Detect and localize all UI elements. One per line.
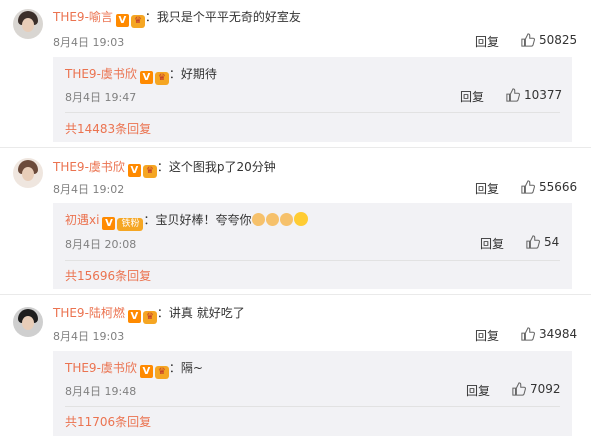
reply-button[interactable]: 回复 [475, 327, 499, 344]
crown-badge-icon: ♛ [154, 366, 169, 379]
reply-button[interactable]: 回复 [480, 235, 504, 252]
verified-v-icon: V [127, 310, 141, 323]
like-count: 50825 [539, 33, 578, 47]
reply-box: THE9-虞书欣 V ♛ ：好期待 8月4日 19:47 回复 10377 共1448… [53, 57, 572, 142]
like-button[interactable]: 34984 [521, 327, 577, 341]
crown-badge-icon: ♛ [142, 311, 157, 324]
username-link[interactable]: THE9-虞书欣 [53, 160, 125, 174]
username-link[interactable]: THE9-喻言 [53, 10, 113, 24]
comment-date: 8月4日 19:03 [53, 330, 125, 343]
reply-text: ：隔~ [168, 361, 203, 375]
avatar[interactable] [13, 307, 43, 337]
reply-date: 8月4日 19:47 [65, 91, 137, 104]
crown-badge-icon: ♛ [142, 165, 157, 178]
like-count: 55666 [539, 180, 578, 194]
thumbs-up-icon [521, 327, 535, 341]
reply-username-link[interactable]: THE9-虞书欣 [65, 67, 137, 81]
reply-box: 初遇xi V 铁粉 ：宝贝好棒！夸夸你 8月4日 20:08 回复 54 共15696… [53, 203, 572, 289]
more-replies-link[interactable]: 共14483条回复 [65, 120, 151, 137]
reply-button[interactable]: 回复 [475, 33, 499, 50]
reply-username-link[interactable]: THE9-虞书欣 [65, 361, 137, 375]
thumbs-up-icon [506, 88, 520, 102]
verified-v-icon: V [139, 71, 153, 84]
comment-text: ：这个图我p了20分钟 [156, 160, 276, 174]
comment-header: THE9-喻言 V ♛ ：我只是个平平无奇的好室友 [53, 8, 301, 28]
comment-separator [0, 294, 591, 295]
verified-v-icon: V [139, 365, 153, 378]
crown-badge-icon: ♛ [130, 15, 145, 28]
like-button[interactable]: 10377 [506, 88, 562, 102]
reply-button[interactable]: 回复 [460, 88, 484, 105]
verified-v-icon: V [102, 217, 116, 230]
username-link[interactable]: THE9-陆柯燃 [53, 306, 125, 320]
reply-text: ：宝贝好棒！夸夸你 [143, 213, 252, 227]
divider [65, 260, 560, 261]
reply-header: 初遇xi V 铁粉 ：宝贝好棒！夸夸你 [65, 211, 309, 231]
avatar[interactable] [13, 9, 43, 39]
like-count: 34984 [539, 327, 578, 341]
divider [65, 406, 560, 407]
smile-emoji-icon [294, 212, 309, 226]
like-count: 10377 [524, 88, 563, 102]
like-count: 7092 [530, 382, 561, 396]
more-replies-link[interactable]: 共15696条回复 [65, 267, 151, 284]
more-replies-link[interactable]: 共11706条回复 [65, 413, 151, 430]
reply-text: ：好期待 [168, 67, 217, 81]
reply-header: THE9-虞书欣 V ♛ ：隔~ [65, 359, 203, 379]
reply-date: 8月4日 19:48 [65, 385, 137, 398]
comment-text: ：讲真 就好吃了 [156, 306, 245, 320]
reply-button[interactable]: 回复 [466, 382, 490, 399]
reply-header: THE9-虞书欣 V ♛ ：好期待 [65, 65, 217, 85]
comment-separator [0, 147, 591, 148]
comment-header: THE9-陆柯燃 V ♛ ：讲真 就好吃了 [53, 304, 245, 324]
crown-badge-icon: ♛ [154, 72, 169, 85]
like-button[interactable]: 50825 [521, 33, 577, 47]
thumbs-up-icon [512, 382, 526, 396]
thumbs-up-emoji-icon [280, 213, 294, 226]
thumbs-up-emoji-icon [266, 213, 280, 226]
thumbs-up-icon [521, 33, 535, 47]
fan-badge: 铁粉 [117, 218, 144, 231]
thumbs-up-icon [521, 180, 535, 194]
avatar[interactable] [13, 158, 43, 188]
comment-date: 8月4日 19:02 [53, 183, 125, 196]
thumbs-up-emoji-icon [252, 213, 266, 226]
thumbs-up-icon [526, 235, 540, 249]
like-button[interactable]: 7092 [512, 382, 561, 396]
reply-date: 8月4日 20:08 [65, 238, 137, 251]
reply-username-link[interactable]: 初遇xi [65, 213, 99, 227]
comment-text: ：我只是个平平无奇的好室友 [144, 10, 301, 24]
comment-header: THE9-虞书欣 V ♛ ：这个图我p了20分钟 [53, 158, 276, 178]
like-count: 54 [544, 235, 560, 249]
reply-box: THE9-虞书欣 V ♛ ：隔~ 8月4日 19:48 回复 7092 共11706条… [53, 351, 572, 436]
like-button[interactable]: 54 [526, 235, 559, 249]
like-button[interactable]: 55666 [521, 180, 577, 194]
verified-v-icon: V [127, 164, 141, 177]
divider [65, 112, 560, 113]
comment-date: 8月4日 19:03 [53, 36, 125, 49]
reply-button[interactable]: 回复 [475, 180, 499, 197]
verified-v-icon: V [115, 14, 129, 27]
